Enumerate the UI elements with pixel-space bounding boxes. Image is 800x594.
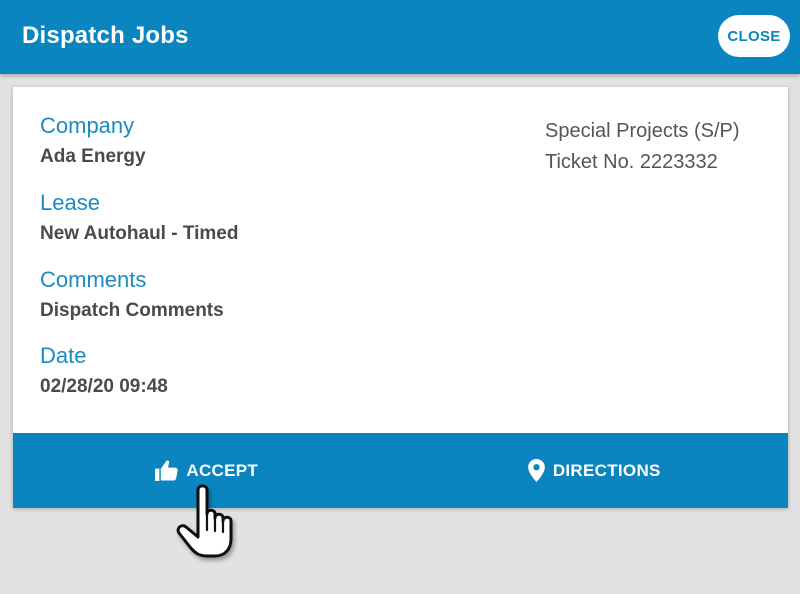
map-pin-icon — [527, 459, 545, 482]
job-side-info: Special Projects (S/P) Ticket No. 222333… — [545, 116, 740, 178]
job-details: Company Ada Energy Lease New Autohaul - … — [13, 87, 788, 433]
comments-field: Comments Dispatch Comments — [40, 266, 224, 324]
lease-label: Lease — [40, 190, 100, 215]
company-label: Company — [40, 113, 135, 138]
date-label: Date — [40, 343, 87, 368]
lease-value: New Autohaul - Timed — [40, 223, 239, 244]
close-button[interactable]: CLOSE — [718, 15, 790, 57]
comments-label: Comments — [40, 267, 147, 292]
hand-pointer-cursor-icon — [176, 484, 233, 558]
directions-button[interactable]: DIRECTIONS — [401, 433, 789, 508]
date-value: 02/28/20 09:48 — [40, 376, 168, 397]
date-field: Date 02/28/20 09:48 — [40, 342, 168, 400]
job-category: Special Projects (S/P) — [545, 120, 740, 142]
lease-field: Lease New Autohaul - Timed — [40, 189, 238, 247]
app-header: Dispatch Jobs CLOSE — [0, 0, 800, 74]
action-bar: ACCEPT DIRECTIONS — [13, 433, 788, 508]
job-card: Company Ada Energy Lease New Autohaul - … — [13, 87, 788, 508]
comments-value: Dispatch Comments — [40, 300, 224, 321]
company-field: Company Ada Energy — [40, 112, 146, 170]
page-title: Dispatch Jobs — [22, 22, 189, 49]
company-value: Ada Energy — [40, 146, 146, 167]
directions-label: DIRECTIONS — [552, 460, 661, 480]
ticket-number: Ticket No. 2223332 — [545, 151, 718, 173]
